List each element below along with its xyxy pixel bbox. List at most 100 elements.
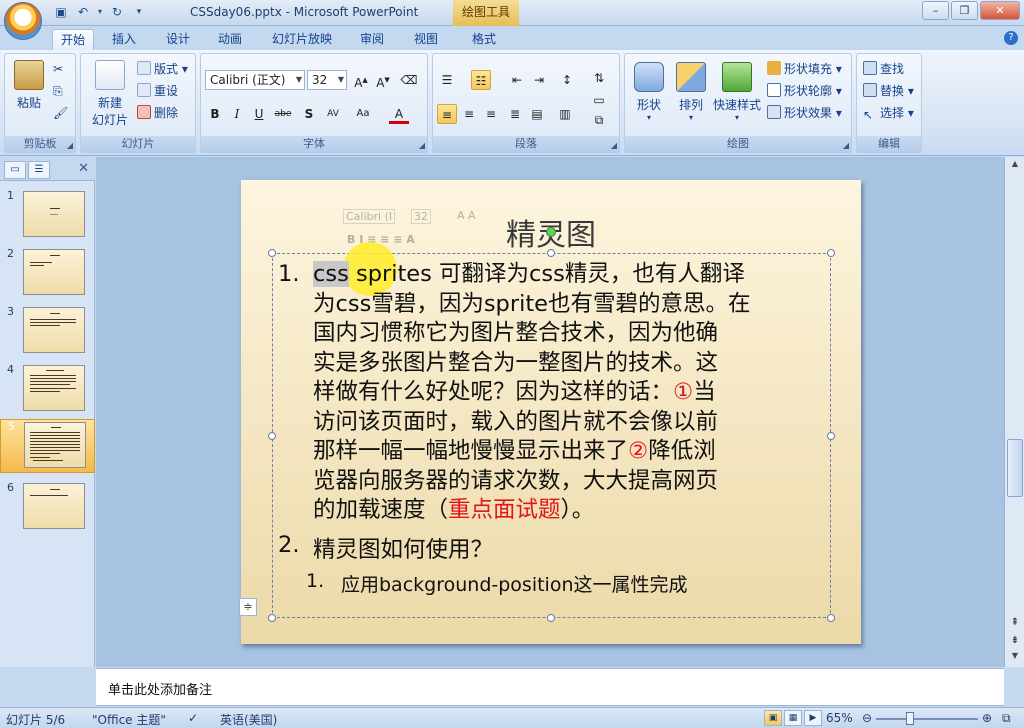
resize-handle-b[interactable] [547,614,555,622]
shadow-icon[interactable]: S [299,104,319,124]
spelling-icon[interactable]: ✓ [188,711,198,725]
resize-handle-tr[interactable] [827,249,835,257]
tab-view[interactable]: 视图 [406,29,446,50]
align-text-icon[interactable]: ▭ [589,90,609,110]
language[interactable]: 英语(美国) [220,711,277,728]
resize-handle-tl[interactable] [268,249,276,257]
align-left-icon[interactable]: ≡ [437,104,457,124]
tab-home[interactable]: 开始 [52,29,95,50]
decrease-indent-icon[interactable]: ⇤ [507,70,527,90]
paste-button[interactable]: 粘贴 [9,60,49,111]
vertical-scrollbar[interactable]: ▲ ⇞ ⇟ ▼ [1004,157,1024,667]
tab-animation[interactable]: 动画 [210,29,250,50]
smartart-icon[interactable]: ⧉ [589,110,609,130]
select-button[interactable]: ↖ 选择 ▾ [863,104,914,122]
increase-indent-icon[interactable]: ⇥ [529,70,549,90]
zoom-in-icon[interactable]: ⊕ [982,711,992,725]
delete-slide-button[interactable]: 删除 [137,104,178,122]
zoom-level[interactable]: 65% [826,711,853,725]
replace-button[interactable]: 替换 ▾ [863,82,914,100]
thumbnail-slide-6[interactable]: 6 [0,481,95,537]
close-button[interactable]: ✕ [980,1,1020,20]
thumbnail-slide-1[interactable]: 1 [0,189,95,245]
restore-button[interactable]: ❐ [951,1,978,20]
tab-review[interactable]: 审阅 [352,29,392,50]
thumbnail-slide-4[interactable]: 4 [0,363,95,419]
justify-icon[interactable]: ≣ [505,104,525,124]
tab-design[interactable]: 设计 [158,29,198,50]
grow-font-icon[interactable]: A▲ [351,70,371,90]
line-spacing-icon[interactable]: ↕ [557,70,577,90]
strikethrough-icon[interactable]: abe [273,104,293,124]
next-slide-icon[interactable]: ⇟ [1007,635,1023,649]
normal-view-icon[interactable]: ▣ [764,710,782,726]
distributed-icon[interactable]: ▤ [527,104,547,124]
autofit-options-icon[interactable]: ≑ [239,598,257,616]
tab-format[interactable]: 格式 [464,29,504,50]
clipboard-launcher-icon[interactable]: ◢ [67,141,73,150]
resize-handle-br[interactable] [827,614,835,622]
notes-pane[interactable]: 单击此处添加备注 [96,668,1004,706]
slides-tab-icon[interactable]: ▭ [4,161,26,179]
shrink-font-icon[interactable]: A▼ [373,70,393,90]
resize-handle-l[interactable] [268,432,276,440]
help-icon[interactable]: ? [1004,31,1018,45]
text-direction-icon[interactable]: ⇅ [589,68,609,88]
minimize-button[interactable]: – [922,1,949,20]
resize-handle-bl[interactable] [268,614,276,622]
thumbnail-slide-3[interactable]: 3 [0,305,95,361]
shapes-button[interactable]: 形状 ▾ [629,62,669,122]
zoom-out-icon[interactable]: ⊖ [862,711,872,725]
undo-icon[interactable]: ↶ [74,4,92,20]
customize-qat-icon[interactable]: ▾ [130,4,148,20]
scroll-down-icon[interactable]: ▼ [1007,651,1023,665]
thumbnail-slide-2[interactable]: 2 [0,247,95,303]
italic-icon[interactable]: I [227,104,247,124]
outline-tab-icon[interactable]: ☰ [28,161,50,179]
quick-styles-button[interactable]: 快速样式 ▾ [711,62,763,122]
copy-icon[interactable]: ⎘ [53,82,63,100]
notes-placeholder[interactable]: 单击此处添加备注 [108,679,212,698]
find-button[interactable]: 查找 [863,60,904,78]
new-slide-button[interactable]: 新建 幻灯片 [85,60,135,128]
reset-button[interactable]: 重设 [137,82,178,100]
columns-icon[interactable]: ▥ [555,104,575,124]
shape-outline-button[interactable]: 形状轮廓 ▾ [767,82,842,100]
zoom-slider-thumb[interactable] [906,712,914,725]
char-spacing-icon[interactable]: AV [323,104,343,124]
layout-button[interactable]: 版式 ▾ [137,60,188,78]
bullets-icon[interactable]: ☰ [437,70,457,90]
tab-slideshow[interactable]: 幻灯片放映 [264,29,340,50]
scroll-up-icon[interactable]: ▲ [1007,159,1023,173]
tab-insert[interactable]: 插入 [104,29,144,50]
arrange-button[interactable]: 排列 ▾ [671,62,711,122]
office-button[interactable] [4,2,42,40]
close-panel-icon[interactable]: ✕ [78,161,89,176]
underline-icon[interactable]: U [249,104,269,124]
change-case-icon[interactable]: Aa [353,104,373,124]
format-painter-icon[interactable]: 🖌 [53,104,68,122]
numbering-icon[interactable]: ☷ [471,70,491,90]
resize-handle-t[interactable] [547,249,555,257]
align-center-icon[interactable]: ≡ [459,104,479,124]
font-size-combo[interactable]: 32 ▼ [307,70,347,90]
scroll-thumb[interactable] [1007,439,1023,497]
paragraph-launcher-icon[interactable]: ◢ [611,141,617,150]
slide-sorter-view-icon[interactable]: ▦ [784,710,802,726]
font-color-icon[interactable]: A [389,104,409,124]
thumbnail-slide-5[interactable]: 5 [0,419,95,473]
current-slide[interactable]: 精灵图 Calibri (I 32 A A B I ≡ ≡ ≡ A 1. css… [241,180,861,644]
previous-slide-icon[interactable]: ⇞ [1007,617,1023,631]
font-launcher-icon[interactable]: ◢ [419,141,425,150]
cut-icon[interactable]: ✂ [53,60,63,78]
drawing-launcher-icon[interactable]: ◢ [843,141,849,150]
clear-format-icon[interactable]: ⌫ [399,70,419,90]
fit-to-window-icon[interactable]: ⧉ [1002,711,1011,726]
align-right-icon[interactable]: ≡ [481,104,501,124]
undo-dropdown-icon[interactable]: ▾ [96,4,104,20]
shape-fill-button[interactable]: 形状填充 ▾ [767,60,842,78]
zoom-slider[interactable] [876,718,978,720]
rotation-handle[interactable] [546,227,556,237]
bold-icon[interactable]: B [205,104,225,124]
shape-effects-button[interactable]: 形状效果 ▾ [767,104,842,122]
